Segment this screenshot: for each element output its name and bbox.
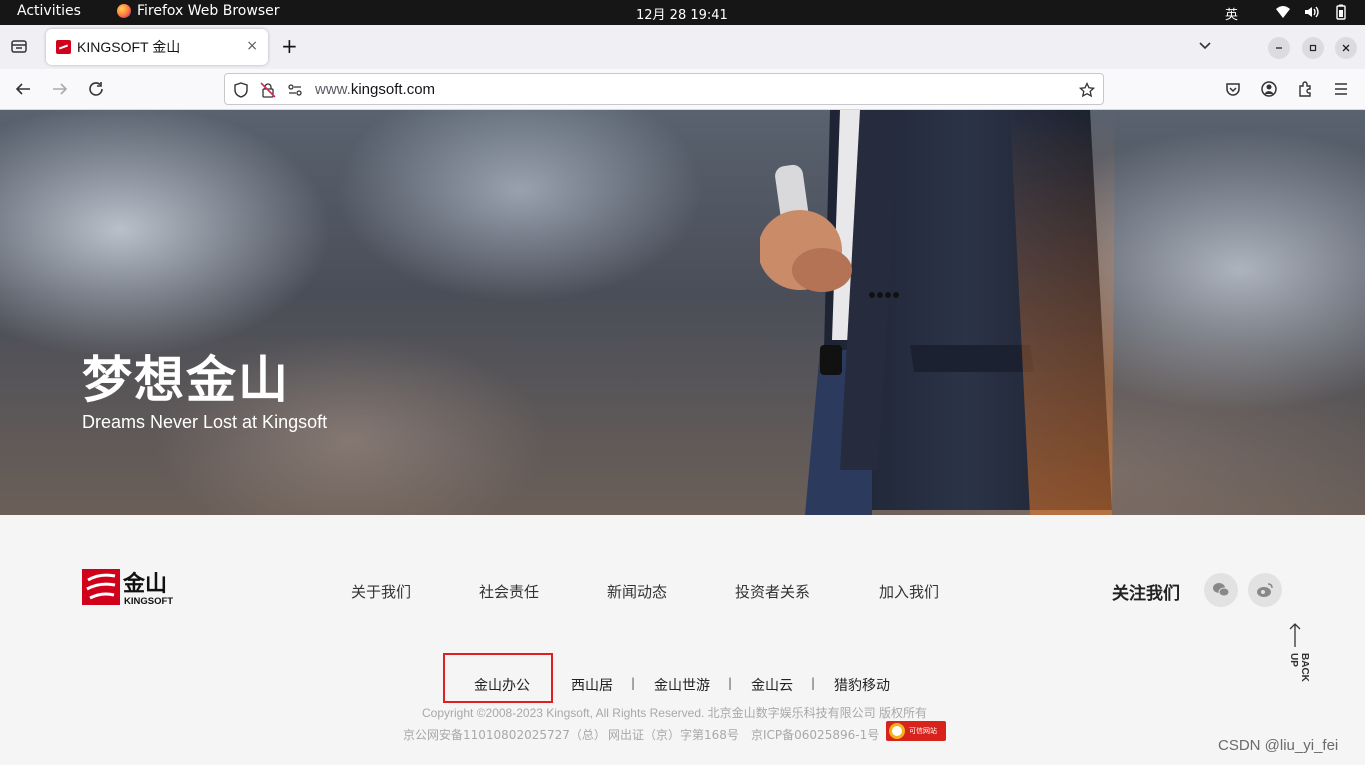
url-prefix: www. [315,81,351,98]
clock[interactable]: 12月 28 19:41 [636,4,728,23]
company-link-wps[interactable]: 金山办公 [474,675,530,695]
footer-nav-investors[interactable]: 投资者关系 [735,581,810,602]
url-text[interactable]: www.kingsoft.com [315,81,435,98]
tab-strip: KINGSOFT 金山 × + [0,25,1365,69]
list-all-tabs-icon[interactable] [10,37,28,55]
wechat-icon [1213,583,1230,597]
chevron-down-icon[interactable] [1197,37,1213,53]
trusted-badge-text: 可信网站 [909,727,937,735]
back-arrow-icon[interactable] [14,80,32,98]
footer-nav-news[interactable]: 新闻动态 [607,581,667,602]
company-link-cheetah[interactable]: 猎豹移动 [834,675,890,695]
restore-icon [1309,44,1317,52]
shield-icon[interactable] [233,82,249,98]
address-bar[interactable]: www.kingsoft.com [224,73,1104,105]
hero-banner: 梦想金山 Dreams Never Lost at Kingsoft [0,110,1365,515]
forward-arrow-icon[interactable] [51,80,69,98]
logo-cn-text: 金山 [122,571,167,597]
footer-nav-careers[interactable]: 加入我们 [879,581,939,602]
app-name: Firefox Web Browser [137,3,280,19]
close-icon [1342,44,1350,52]
extensions-icon[interactable] [1296,80,1314,98]
minimize-icon [1276,47,1282,49]
new-tab-button[interactable]: + [281,36,298,56]
company-link-cloud[interactable]: 金山云 [751,675,793,695]
insecure-lock-icon[interactable] [260,82,276,98]
back-to-top-button[interactable]: BACK UP [1286,621,1310,697]
weibo-button[interactable] [1248,573,1282,607]
reload-icon[interactable] [87,80,105,98]
activities-button[interactable]: Activities [17,3,81,19]
navigation-toolbar: www.kingsoft.com [0,69,1365,110]
weibo-icon [1257,583,1273,597]
kingsoft-logo[interactable]: 金山 KINGSOFT [82,567,182,607]
link-separator: | [728,676,733,690]
pocket-icon[interactable] [1224,80,1242,98]
follow-us-label: 关注我们 [1112,584,1180,604]
wifi-icon[interactable] [1275,4,1291,20]
trusted-site-badge[interactable]: 可信网站 [886,721,946,741]
app-menu[interactable]: Firefox Web Browser [117,3,280,19]
company-link-seasun[interactable]: 西山居 [571,675,613,695]
footer-nav-csr[interactable]: 社会责任 [479,581,539,602]
tab-kingsoft[interactable]: KINGSOFT 金山 × [46,29,268,65]
menu-hamburger-icon[interactable] [1332,80,1350,98]
back-up-label: BACK UP [1288,653,1310,682]
csdn-watermark: CSDN @liu_yi_fei [1218,737,1339,754]
volume-icon[interactable] [1303,4,1319,20]
bookmark-star-icon[interactable] [1079,82,1095,98]
firefox-icon [117,4,131,18]
tab-title: KINGSOFT 金山 [77,39,181,55]
arrow-up-icon [1289,623,1301,647]
copyright-text: Copyright ©2008-2023 Kingsoft, All Right… [422,706,927,720]
tab-close-icon[interactable]: × [246,38,258,54]
wechat-button[interactable] [1204,573,1238,607]
hero-headline: 梦想金山 [82,351,290,409]
close-window-button[interactable] [1335,37,1357,59]
site-footer: 金山 KINGSOFT 关于我们 社会责任 新闻动态 投资者关系 加入我们 关注… [0,515,1365,765]
link-separator: | [811,676,816,690]
hero-person-image [760,110,1115,515]
battery-icon[interactable] [1333,4,1349,20]
company-link-shiyou[interactable]: 金山世游 [654,675,710,695]
trusted-seal-icon [889,723,905,739]
maximize-button[interactable] [1302,37,1324,59]
url-domain: kingsoft.com [350,81,436,98]
license-icp[interactable]: 京ICP备06025896-1号 [751,726,879,743]
hero-tagline: Dreams Never Lost at Kingsoft [82,412,328,432]
license-net[interactable]: 网出证（京）字第168号 [608,726,739,743]
system-top-bar: Activities Firefox Web Browser 12月 28 19… [0,0,1365,25]
license-police[interactable]: 京公网安备11010802025727（总） [403,726,606,743]
link-separator: | [631,676,636,690]
logo-en-text: KINGSOFT [124,596,173,607]
kingsoft-favicon-icon [56,40,71,54]
account-icon[interactable] [1260,80,1278,98]
minimize-button[interactable] [1268,37,1290,59]
permissions-icon[interactable] [287,82,303,98]
footer-nav-about[interactable]: 关于我们 [351,581,411,602]
input-method-indicator[interactable]: 英 [1225,4,1238,23]
